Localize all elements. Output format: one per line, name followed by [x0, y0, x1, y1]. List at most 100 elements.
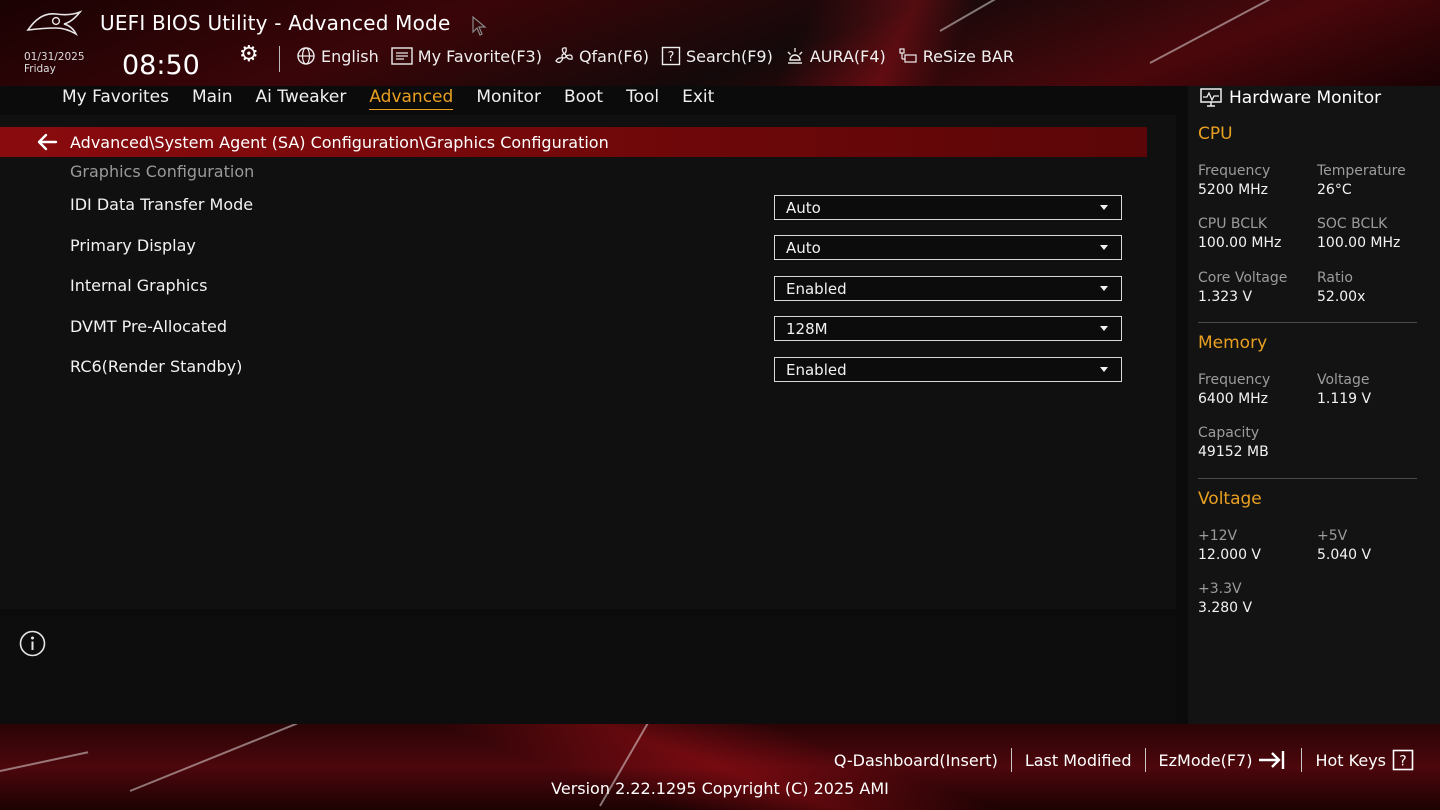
- last-modified-label: Last Modified: [1024, 750, 1132, 770]
- setting-label-primary-display: Primary Display: [70, 236, 196, 255]
- date-display: 01/31/2025 Friday: [24, 51, 85, 75]
- cpu-bclk-label: CPU BCLK: [1198, 216, 1268, 232]
- settings-gear-icon[interactable]: ⚙: [239, 42, 259, 67]
- hardware-monitor-header: Hardware Monitor: [1200, 86, 1381, 110]
- exit-arrow-icon: [1259, 751, 1285, 769]
- language-button[interactable]: English: [296, 46, 379, 66]
- core-voltage-label: Core Voltage: [1198, 270, 1288, 286]
- divider: [1198, 478, 1417, 479]
- section-title: Graphics Configuration: [70, 162, 255, 181]
- cpu-frequency-label: Frequency: [1198, 163, 1271, 179]
- memory-section-title: Memory: [1198, 333, 1268, 353]
- tab-ai-tweaker[interactable]: Ai Tweaker: [256, 85, 347, 110]
- last-modified-button[interactable]: Last Modified: [1025, 751, 1132, 770]
- ezmode-label: EzMode(F7): [1158, 750, 1253, 770]
- my-favorite-button[interactable]: My Favorite(F3): [391, 47, 542, 66]
- window-title: UEFI BIOS Utility - Advanced Mode: [100, 11, 451, 35]
- v12-label: +12V: [1198, 528, 1238, 544]
- svg-text:?: ?: [1399, 754, 1406, 770]
- toolbar-divider: [279, 46, 280, 72]
- memory-voltage-label: Voltage: [1317, 372, 1370, 388]
- cpu-frequency-value: 5200 MHz: [1198, 182, 1269, 198]
- help-question-icon: ?: [1392, 749, 1414, 771]
- tab-boot[interactable]: Boot: [564, 85, 603, 110]
- aura-button[interactable]: AURA(F4): [785, 46, 886, 66]
- tab-my-favorites[interactable]: My Favorites: [62, 85, 169, 110]
- soc-bclk-value: 100.00 MHz: [1317, 235, 1401, 251]
- cpu-section-title: CPU: [1198, 124, 1233, 144]
- v5-value: 5.040 V: [1317, 547, 1372, 563]
- footer-divider: [1301, 748, 1303, 772]
- fan-icon: [555, 47, 573, 64]
- resize-bar-button[interactable]: ReSize BAR: [898, 46, 1014, 66]
- chevron-down-icon: [1100, 286, 1108, 291]
- qfan-button[interactable]: Qfan(F6): [554, 46, 649, 66]
- search-question-icon: ?: [661, 46, 681, 66]
- memory-frequency-value: 6400 MHz: [1198, 391, 1269, 407]
- search-button[interactable]: ? Search(F9): [661, 46, 773, 66]
- dropdown-value: 128M: [786, 319, 828, 338]
- cpu-bclk-value: 100.00 MHz: [1198, 235, 1282, 251]
- dropdown-idi-data-transfer-mode[interactable]: Auto: [774, 195, 1122, 220]
- v33-value: 3.280 V: [1198, 600, 1253, 616]
- svg-text:?: ?: [668, 50, 675, 65]
- chevron-down-icon: [1100, 245, 1108, 250]
- tab-exit[interactable]: Exit: [682, 85, 714, 110]
- soc-bclk-label: SOC BCLK: [1317, 216, 1388, 232]
- rog-logo-icon: [26, 10, 82, 36]
- hardware-monitor-title: Hardware Monitor: [1229, 88, 1382, 108]
- day-text: Friday: [24, 63, 56, 75]
- chevron-down-icon: [1100, 367, 1108, 372]
- aura-light-icon: [787, 48, 803, 64]
- memory-frequency-label: Frequency: [1198, 372, 1271, 388]
- dropdown-internal-graphics[interactable]: Enabled: [774, 276, 1122, 301]
- ezmode-button[interactable]: EzMode(F7): [1159, 749, 1289, 771]
- tab-main[interactable]: Main: [192, 85, 233, 110]
- ratio-value: 52.00x: [1317, 289, 1366, 305]
- mouse-cursor-icon: [472, 16, 487, 36]
- version-text: Version 2.22.1295 Copyright (C) 2025 AMI: [551, 779, 889, 798]
- footer-bar: Q-Dashboard(Insert) Last Modified EzMode…: [834, 748, 1414, 772]
- chevron-down-icon: [1100, 326, 1108, 331]
- cpu-temperature-label: Temperature: [1317, 163, 1406, 179]
- help-panel: [0, 617, 1176, 724]
- divider: [1198, 322, 1417, 323]
- breadcrumb-path: Advanced\System Agent (SA) Configuration…: [70, 132, 609, 152]
- resize-bar-icon: [899, 48, 917, 63]
- v33-label: +3.3V: [1198, 581, 1242, 597]
- breadcrumb: Advanced\System Agent (SA) Configuration…: [0, 127, 1147, 157]
- main-menu: My Favorites Main Ai Tweaker Advanced Mo…: [62, 85, 737, 110]
- footer-divider: [1144, 748, 1146, 772]
- memory-voltage-value: 1.119 V: [1317, 391, 1372, 407]
- qfan-label: Qfan(F6): [578, 46, 649, 66]
- aura-label: AURA(F4): [809, 46, 886, 66]
- tab-advanced[interactable]: Advanced: [369, 85, 454, 110]
- info-icon: [19, 630, 46, 657]
- date-text: 01/31/2025: [24, 51, 85, 63]
- favorite-list-icon: [391, 47, 413, 65]
- toolbar: English My Favorite(F3) Qfan(F6) ? Searc…: [296, 46, 1014, 66]
- dropdown-value: Enabled: [786, 360, 847, 379]
- tab-tool[interactable]: Tool: [626, 85, 659, 110]
- setting-label-rc6-render-standby: RC6(Render Standby): [70, 357, 243, 376]
- tab-monitor[interactable]: Monitor: [476, 85, 541, 110]
- dropdown-primary-display[interactable]: Auto: [774, 235, 1122, 260]
- core-voltage-value: 1.323 V: [1198, 289, 1253, 305]
- q-dashboard-button[interactable]: Q-Dashboard(Insert): [834, 751, 998, 770]
- setting-label-idi-data-transfer-mode: IDI Data Transfer Mode: [70, 195, 254, 214]
- v5-label: +5V: [1317, 528, 1348, 544]
- cpu-temperature-value: 26°C: [1317, 182, 1352, 198]
- dropdown-value: Auto: [786, 238, 821, 257]
- dropdown-rc6-render-standby[interactable]: Enabled: [774, 357, 1122, 382]
- dropdown-dvmt-pre-allocated[interactable]: 128M: [774, 316, 1122, 341]
- my-favorite-label: My Favorite(F3): [417, 46, 542, 66]
- v12-value: 12.000 V: [1198, 547, 1262, 563]
- hot-keys-button[interactable]: Hot Keys ?: [1315, 749, 1414, 771]
- hot-keys-label: Hot Keys: [1315, 750, 1386, 770]
- footer-divider: [1010, 748, 1012, 772]
- dropdown-value: Auto: [786, 198, 821, 217]
- setting-label-dvmt-pre-allocated: DVMT Pre-Allocated: [70, 317, 228, 336]
- back-arrow-icon[interactable]: [36, 133, 58, 151]
- monitor-icon: [1200, 88, 1222, 107]
- q-dashboard-label: Q-Dashboard(Insert): [833, 750, 998, 770]
